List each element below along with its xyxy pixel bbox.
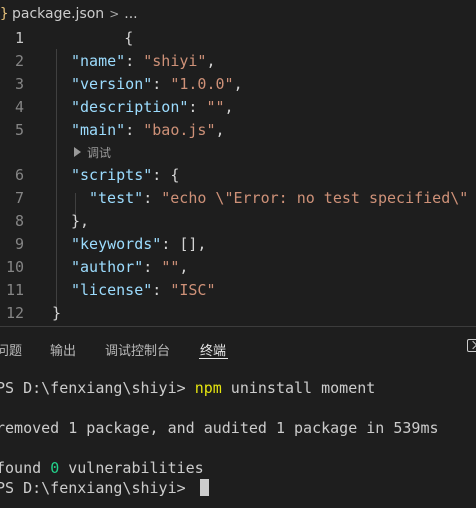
tab-debug-console[interactable]: 调试控制台: [105, 340, 170, 359]
line-number: 3: [14, 74, 24, 93]
maximize-panel-icon[interactable]: [467, 339, 476, 352]
line-number: 11: [5, 280, 24, 299]
code-text: "author": "",: [71, 257, 189, 276]
terminal-line: PS D:\fenxiang\shiyi> npm uninstall mome…: [0, 379, 376, 397]
active-tab-indicator: [199, 358, 228, 359]
vscode-window: } package.json > ... 1 { 2 "name": "shiy…: [0, 0, 476, 508]
terminal-line: found 0 vulnerabilities: [0, 459, 204, 477]
line-number: 4: [14, 97, 24, 116]
code-line: 11 "license": "ISC": [0, 278, 476, 301]
code-line: 4 "description": "",: [0, 95, 476, 118]
code-line: 2 "name": "shiyi",: [0, 49, 476, 72]
code-text: "keywords": [],: [71, 234, 207, 253]
line-number: 6: [14, 165, 24, 184]
terminal-line: removed 1 package, and audited 1 package…: [0, 419, 439, 437]
debug-codelens[interactable]: 调试: [74, 143, 111, 161]
panel-tabbar: 问题 输出 调试控制台 终端: [0, 327, 476, 371]
line-number: 7: [14, 188, 24, 207]
braces-icon: }: [0, 6, 8, 22]
code-line: 12 }: [0, 301, 476, 324]
code-line: 1 {: [0, 26, 476, 49]
code-text: },: [71, 211, 90, 230]
codelens-label: 调试: [87, 145, 112, 160]
line-number: 2: [14, 51, 24, 70]
code-text: "license": "ISC": [71, 280, 216, 299]
code-line: 10 "author": "",: [0, 255, 476, 278]
code-text: "name": "shiyi",: [71, 51, 216, 70]
code-line: 8 },: [0, 209, 476, 232]
tab-terminal[interactable]: 终端: [200, 340, 226, 359]
terminal-cursor: [199, 479, 209, 496]
line-number: 12: [5, 303, 24, 322]
code-text: "description": "",: [71, 97, 234, 116]
code-line: 7 "test": "echo \"Error: no test specifi…: [0, 186, 476, 209]
code-text: }: [52, 303, 62, 322]
line-number: 8: [14, 211, 24, 230]
code-editor[interactable]: 1 { 2 "name": "shiyi", 3 "version": "1.0…: [0, 26, 476, 326]
terminal[interactable]: PS D:\fenxiang\shiyi> npm uninstall mome…: [0, 372, 476, 508]
code-text: "version": "1.0.0",: [71, 74, 243, 93]
tab-output[interactable]: 输出: [50, 340, 76, 359]
line-number: 9: [14, 234, 24, 253]
code-text: "main": "bao.js",: [71, 120, 225, 139]
code-text: "scripts": {: [71, 165, 180, 184]
code-line: 9 "keywords": [],: [0, 232, 476, 255]
play-icon: [74, 147, 81, 157]
code-line: 5 "main": "bao.js",: [0, 118, 476, 141]
line-number: 1: [14, 28, 24, 47]
code-text: "test": "echo \"Error: no test specified…: [89, 188, 469, 207]
code-line: 6 "scripts": {: [0, 163, 476, 186]
tab-problems[interactable]: 问题: [0, 340, 22, 359]
code-line: 3 "version": "1.0.0",: [0, 72, 476, 95]
line-number: 5: [14, 120, 24, 139]
terminal-prompt-line: PS D:\fenxiang\shiyi>: [0, 478, 209, 498]
line-number: 10: [5, 257, 24, 276]
